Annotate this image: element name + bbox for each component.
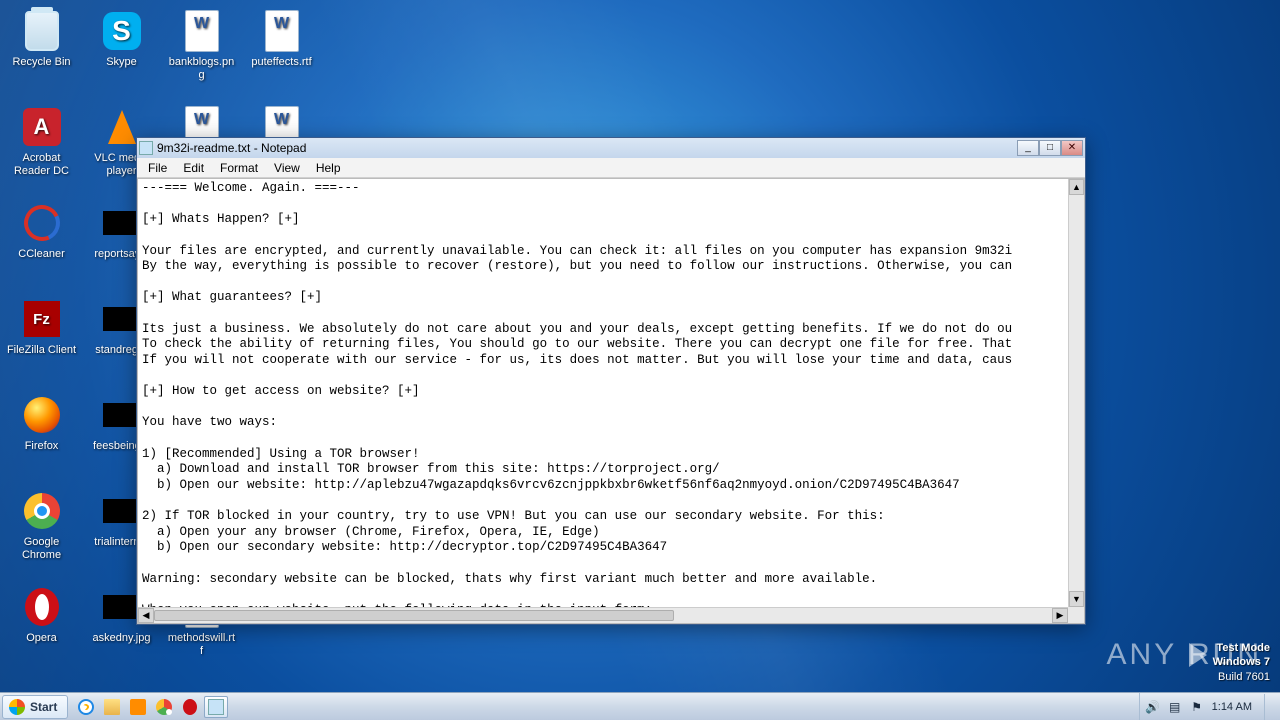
tray-flag-icon[interactable]: ⚑ (1190, 700, 1204, 714)
recycle-bin-icon (25, 11, 59, 51)
desktop-icon-firefox[interactable]: Firefox (4, 388, 79, 484)
menu-edit[interactable]: Edit (176, 159, 211, 177)
scroll-left-icon[interactable]: ◀ (138, 608, 154, 623)
show-desktop-button[interactable] (1264, 694, 1274, 720)
windows-logo-icon (9, 699, 25, 715)
desktop: Recycle Bin AAcrobat Reader DC CCleaner … (0, 0, 1280, 720)
notepad-window[interactable]: 9m32i-readme.txt - Notepad _ □ ✕ File Ed… (136, 137, 1086, 625)
taskbar-chrome[interactable] (152, 696, 176, 718)
play-icon (1189, 643, 1207, 667)
text-area[interactable]: ---=== Welcome. Again. ===--- [+] Whats … (138, 179, 1068, 607)
text-area-container: ---=== Welcome. Again. ===--- [+] Whats … (137, 178, 1085, 624)
desktop-icon-skype[interactable]: SSkype (84, 4, 159, 100)
horizontal-scrollbar[interactable]: ◀ ▶ (138, 607, 1068, 623)
tray-clock[interactable]: 1:14 AM (1212, 701, 1252, 713)
taskbar-notepad[interactable] (204, 696, 228, 718)
opera-icon (183, 699, 197, 715)
desktop-icon-filezilla[interactable]: FzFileZilla Client (4, 292, 79, 388)
filezilla-icon: Fz (24, 301, 60, 337)
menu-help[interactable]: Help (309, 159, 348, 177)
file-icon (103, 307, 141, 331)
desktop-icon-recycle-bin[interactable]: Recycle Bin (4, 4, 79, 100)
scroll-right-icon[interactable]: ▶ (1052, 608, 1068, 623)
pinned-apps (74, 696, 228, 718)
folder-icon (104, 699, 120, 715)
taskbar-wmp[interactable] (126, 696, 150, 718)
chrome-icon (156, 699, 172, 715)
vlc-icon (108, 110, 136, 144)
file-icon (103, 499, 141, 523)
maximize-button[interactable]: □ (1039, 140, 1061, 156)
build-info: Test Mode Windows 7 Build 7601 (1213, 641, 1270, 684)
ccleaner-icon (18, 200, 64, 246)
scroll-thumb[interactable] (154, 610, 674, 621)
desktop-icon-opera[interactable]: Opera (4, 580, 79, 676)
ie-icon (78, 699, 94, 715)
menu-view[interactable]: View (267, 159, 307, 177)
file-icon (103, 211, 141, 235)
desktop-icon-acrobat[interactable]: AAcrobat Reader DC (4, 100, 79, 196)
opera-icon (25, 588, 59, 626)
taskbar-opera[interactable] (178, 696, 202, 718)
scroll-down-icon[interactable]: ▼ (1069, 591, 1084, 607)
system-tray: 🔊 ▤ ⚑ 1:14 AM (1139, 693, 1280, 720)
document-icon (265, 10, 299, 52)
window-buttons: _ □ ✕ (1017, 140, 1083, 156)
desktop-icon-chrome[interactable]: Google Chrome (4, 484, 79, 580)
close-button[interactable]: ✕ (1061, 140, 1083, 156)
menu-file[interactable]: File (141, 159, 174, 177)
chrome-icon (24, 493, 60, 529)
menu-format[interactable]: Format (213, 159, 265, 177)
menubar: File Edit Format View Help (137, 158, 1085, 178)
titlebar[interactable]: 9m32i-readme.txt - Notepad _ □ ✕ (137, 138, 1085, 158)
desktop-icon-puteffects[interactable]: puteffects.rtf (244, 4, 319, 100)
desktop-icon-bankblogs[interactable]: bankblogs.png (164, 4, 239, 100)
start-button[interactable]: Start (2, 695, 68, 719)
desktop-icon-ccleaner[interactable]: CCleaner (4, 196, 79, 292)
file-icon (103, 595, 141, 619)
wmp-icon (130, 699, 146, 715)
acrobat-icon: A (23, 108, 61, 146)
notepad-icon (139, 141, 153, 155)
taskbar: Start 🔊 ▤ ⚑ 1:14 AM (0, 692, 1280, 720)
window-title: 9m32i-readme.txt - Notepad (157, 141, 1017, 155)
tray-network-icon[interactable]: ▤ (1168, 700, 1182, 714)
document-icon (185, 10, 219, 52)
file-icon (103, 403, 141, 427)
tray-sound-icon[interactable]: 🔊 (1146, 700, 1160, 714)
taskbar-ie[interactable] (74, 696, 98, 718)
vertical-scrollbar[interactable]: ▲ ▼ (1068, 179, 1084, 607)
skype-icon: S (103, 12, 141, 50)
scroll-up-icon[interactable]: ▲ (1069, 179, 1084, 195)
taskbar-explorer[interactable] (100, 696, 124, 718)
minimize-button[interactable]: _ (1017, 140, 1039, 156)
firefox-icon (24, 397, 60, 433)
notepad-icon (208, 699, 224, 715)
scroll-corner (1068, 607, 1084, 623)
